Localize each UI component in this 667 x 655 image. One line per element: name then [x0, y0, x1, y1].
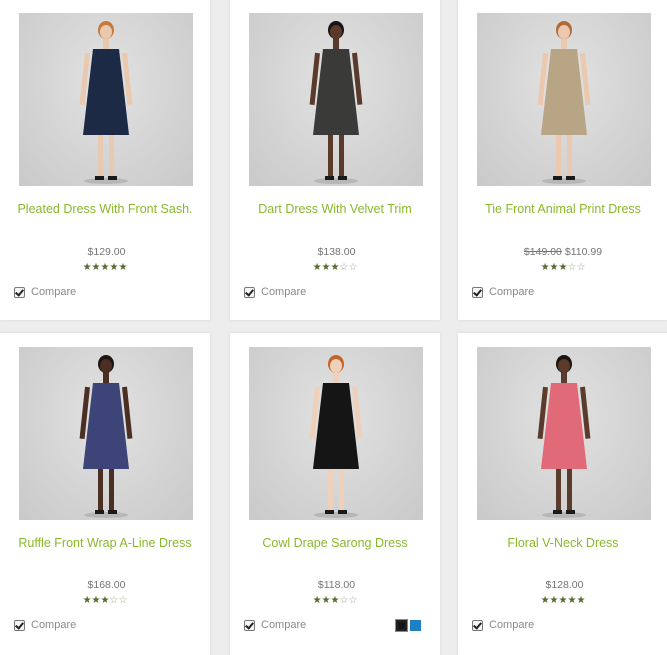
rating-stars: ★★★☆☆: [230, 595, 440, 607]
current-price: $128.00: [545, 579, 584, 591]
product-card: Ruffle Front Wrap A-Line Dress $168.00 ★…: [0, 333, 210, 655]
product-grid: Pleated Dress With Front Sash. $129.00 ★…: [0, 0, 667, 655]
product-price: $168.00: [0, 579, 210, 591]
compare-checkbox[interactable]: Compare: [472, 619, 534, 631]
star-filled-icon: ★: [91, 595, 101, 606]
product-name-link[interactable]: Dart Dress With Velvet Trim: [230, 202, 440, 216]
checkbox-icon[interactable]: [14, 619, 25, 631]
product-image[interactable]: [249, 13, 423, 186]
rating-stars: ★★★★★: [0, 262, 210, 274]
current-price: $110.99: [564, 246, 603, 258]
product-image[interactable]: [477, 13, 651, 186]
star-half-icon: ★: [118, 262, 128, 273]
compare-label: Compare: [31, 286, 77, 298]
compare-label: Compare: [489, 619, 535, 631]
product-image[interactable]: [249, 347, 423, 520]
model-figure: [309, 21, 363, 184]
model-figure: [79, 21, 133, 184]
current-price: $118.00: [317, 579, 356, 591]
compare-label: Compare: [489, 286, 535, 298]
star-empty-icon: ☆: [576, 262, 586, 273]
product-image[interactable]: [19, 13, 193, 186]
current-price: $129.00: [87, 246, 126, 258]
color-swatch-black[interactable]: [395, 619, 408, 632]
product-name-link[interactable]: Pleated Dress With Front Sash.: [0, 202, 210, 216]
current-price: $138.00: [317, 246, 356, 258]
product-name-link[interactable]: Ruffle Front Wrap A-Line Dress: [0, 536, 210, 550]
checkbox-icon[interactable]: [14, 286, 25, 298]
product-price: $149.00 $110.99: [458, 246, 667, 258]
star-filled-icon: ★: [540, 262, 550, 273]
product-name-link[interactable]: Cowl Drape Sarong Dress: [230, 536, 440, 550]
star-filled-icon: ★: [82, 262, 92, 273]
rating-stars: ★★★☆☆: [230, 262, 440, 274]
star-filled-icon: ★: [312, 595, 322, 606]
model-figure: [309, 355, 363, 518]
product-card: Cowl Drape Sarong Dress $118.00 ★★★☆☆ Co…: [230, 333, 440, 655]
star-filled-icon: ★: [540, 595, 550, 606]
rating-stars: ★★★☆☆: [458, 262, 667, 274]
product-price: $129.00: [0, 246, 210, 258]
checkbox-icon[interactable]: [244, 286, 255, 298]
star-empty-icon: ☆: [348, 262, 358, 273]
rating-stars: ★★★☆☆: [0, 595, 210, 607]
compare-checkbox[interactable]: Compare: [244, 286, 306, 298]
star-empty-icon: ☆: [118, 595, 128, 606]
product-name-link[interactable]: Tie Front Animal Print Dress: [458, 202, 667, 216]
star-filled-icon: ★: [312, 262, 322, 273]
compare-checkbox[interactable]: Compare: [14, 619, 76, 631]
product-image[interactable]: [19, 347, 193, 520]
product-card: Pleated Dress With Front Sash. $129.00 ★…: [0, 0, 210, 320]
star-half-icon: ★: [576, 595, 586, 606]
star-filled-icon: ★: [82, 595, 92, 606]
checkbox-icon[interactable]: [244, 619, 255, 631]
compare-label: Compare: [261, 619, 307, 631]
compare-checkbox[interactable]: Compare: [14, 286, 76, 298]
model-figure: [79, 355, 133, 518]
star-filled-icon: ★: [549, 262, 559, 273]
color-swatches: [395, 619, 421, 632]
compare-label: Compare: [261, 286, 307, 298]
product-image[interactable]: [477, 347, 651, 520]
star-filled-icon: ★: [321, 262, 331, 273]
product-price: $118.00: [230, 579, 440, 591]
rating-stars: ★★★★★: [458, 595, 667, 607]
star-filled-icon: ★: [549, 595, 559, 606]
compare-checkbox[interactable]: Compare: [244, 619, 306, 631]
color-swatch-blue[interactable]: [410, 620, 421, 631]
compare-checkbox[interactable]: Compare: [472, 286, 534, 298]
star-filled-icon: ★: [321, 595, 331, 606]
checkbox-icon[interactable]: [472, 286, 483, 298]
product-card: Tie Front Animal Print Dress $149.00 $110…: [458, 0, 667, 320]
current-price: $168.00: [87, 579, 126, 591]
star-filled-icon: ★: [91, 262, 101, 273]
product-name-link[interactable]: Floral V-Neck Dress: [458, 536, 667, 550]
product-card: Floral V-Neck Dress $128.00 ★★★★★ Compar…: [458, 333, 667, 655]
product-card: Dart Dress With Velvet Trim $138.00 ★★★☆…: [230, 0, 440, 320]
old-price: $149.00: [523, 246, 562, 258]
compare-label: Compare: [31, 619, 77, 631]
model-figure: [537, 21, 591, 184]
model-figure: [537, 355, 591, 518]
star-empty-icon: ☆: [348, 595, 358, 606]
product-price: $138.00: [230, 246, 440, 258]
product-price: $128.00: [458, 579, 667, 591]
checkbox-icon[interactable]: [472, 619, 483, 631]
